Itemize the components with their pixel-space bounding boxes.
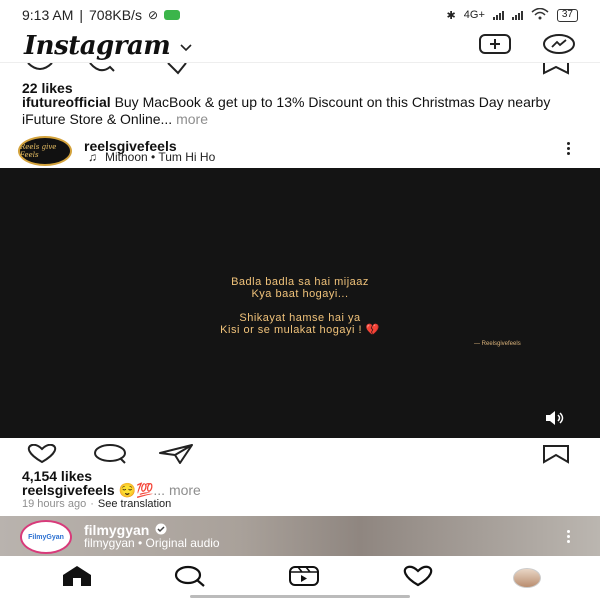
search-icon[interactable] [172, 565, 208, 592]
post-caption[interactable]: reelsgivefeels 😌💯... more [22, 482, 201, 499]
music-icon: ♫ [88, 150, 97, 164]
avatar[interactable]: Reels give Feels [18, 136, 72, 166]
lyric-line-1: Badla badla sa hai mijaaz [231, 276, 369, 288]
comment-icon [89, 63, 115, 72]
post-actions [0, 443, 600, 464]
post-meta: 19 hours ago · See translation [22, 498, 172, 510]
notification-badge [164, 10, 181, 20]
save-icon [543, 63, 569, 75]
like-icon [27, 63, 53, 70]
status-bar: 9:13 AM | 708KB/s ⊘ ✱ 4G+ 37 [0, 0, 600, 30]
save-icon[interactable] [540, 444, 572, 469]
next-post-avatar[interactable]: FilmyGyan [20, 520, 72, 554]
post-header: Reels give Feels reelsgivefeels ♫ Mithoo… [0, 134, 600, 166]
post-audio[interactable]: ♫ Mithoon • Tum Hi Ho [88, 150, 215, 164]
home-icon[interactable] [59, 565, 95, 592]
signal-icon [492, 10, 504, 20]
previous-post-actions [0, 62, 600, 76]
like-icon[interactable] [24, 443, 60, 469]
create-post-icon[interactable] [478, 33, 512, 60]
post-audio-label: Mithoon • Tum Hi Ho [105, 150, 216, 164]
previous-post-more[interactable]: more [176, 111, 208, 127]
lyric-line-3: Shikayat hamse hai ya [239, 312, 361, 324]
app-header: Instagram [0, 30, 600, 62]
next-post-audio[interactable]: filmygyan • Original audio [84, 536, 220, 550]
wifi-icon [531, 7, 549, 23]
network-label: 4G+ [463, 9, 485, 21]
previous-post-username[interactable]: ifutureofficial [22, 94, 111, 110]
status-left: 9:13 AM | 708KB/s ⊘ [22, 7, 181, 23]
bottom-nav [0, 556, 600, 600]
next-avatar-text: FilmyGyan [28, 533, 64, 541]
lyric-line-4: Kisi or se mulakat hogayi ! 💔 [220, 324, 380, 336]
chevron-down-icon[interactable] [180, 39, 192, 57]
reels-icon[interactable] [286, 565, 322, 592]
caption-more[interactable]: ... more [153, 482, 200, 498]
comment-icon[interactable] [92, 444, 128, 469]
status-speed: 708KB/s [89, 7, 142, 23]
caption-username[interactable]: reelsgivefeels [22, 482, 115, 498]
signal-icon-2 [511, 10, 523, 20]
lyric-line-2: Kya baat hogayi... [251, 288, 349, 300]
battery-icon: 37 [556, 8, 578, 22]
previous-post-caption[interactable]: ifutureofficial Buy MacBook & get up to … [22, 94, 582, 128]
status-right: ✱ 4G+ 37 [446, 7, 578, 23]
next-more-options-icon[interactable] [567, 530, 570, 543]
share-icon[interactable] [158, 444, 194, 469]
header-icons [478, 33, 576, 60]
profile-avatar[interactable] [513, 568, 542, 588]
instagram-logo[interactable]: Instagram [24, 31, 171, 61]
caption-emoji: 😌💯 [118, 482, 154, 498]
messenger-icon[interactable] [542, 33, 576, 60]
home-indicator[interactable] [190, 595, 410, 598]
post-media[interactable]: Badla badla sa hai mijaaz Kya baat hogay… [0, 168, 600, 438]
more-options-icon[interactable] [567, 142, 570, 155]
mute-icon: ⊘ [147, 8, 159, 22]
avatar-text: Reels give Feels [20, 143, 57, 159]
status-time: 9:13 AM [22, 7, 74, 23]
activity-icon[interactable] [400, 565, 436, 592]
next-post-header: FilmyGyan filmygyan filmygyan • Original… [0, 516, 600, 556]
watermark: — Reelsgivefeels [474, 341, 521, 347]
volume-icon[interactable] [544, 410, 566, 431]
share-icon [167, 63, 187, 75]
post-time: 19 hours ago [22, 498, 87, 510]
lyrics-text: Badla badla sa hai mijaaz Kya baat hogay… [0, 276, 600, 336]
see-translation-link[interactable]: See translation [98, 498, 171, 510]
bluetooth-icon: ✱ [446, 9, 456, 22]
